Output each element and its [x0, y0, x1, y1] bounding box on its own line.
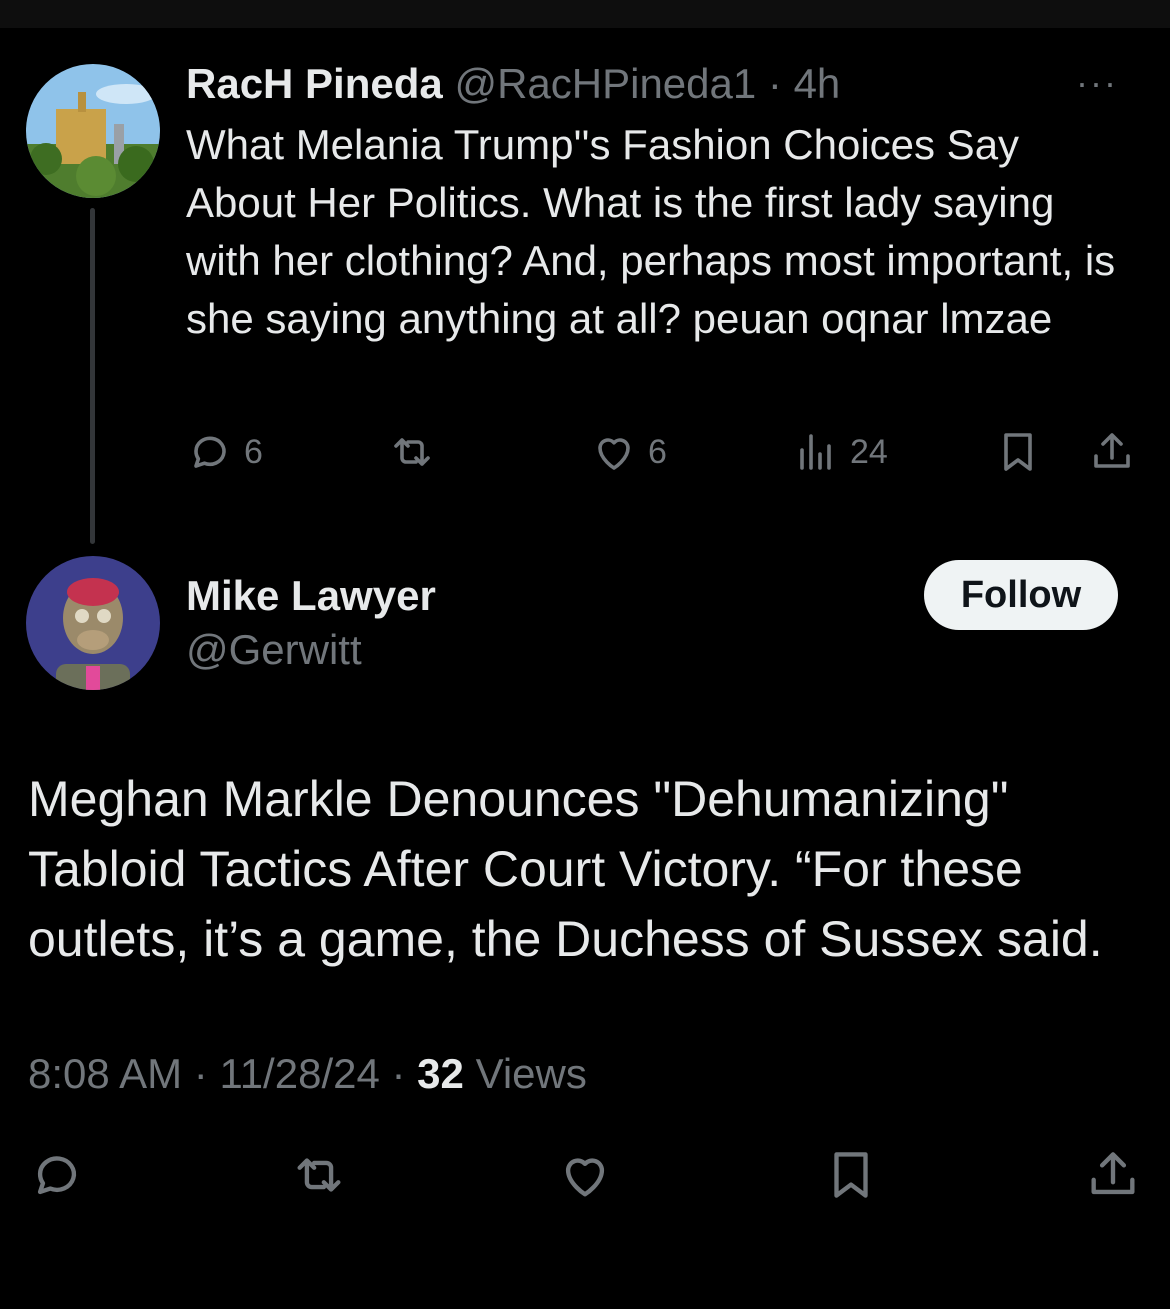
- bookmark-button[interactable]: [822, 1146, 880, 1204]
- like-button[interactable]: [556, 1146, 614, 1204]
- author-name[interactable]: RacH Pineda: [186, 60, 443, 107]
- reply-icon: [37, 1156, 77, 1195]
- like-count: 6: [648, 432, 667, 471]
- share-button[interactable]: [1088, 428, 1136, 476]
- author-name[interactable]: Mike Lawyer: [186, 572, 436, 620]
- thread-connector-line: [90, 208, 95, 544]
- reply-count: 6: [244, 432, 263, 471]
- status-bar: [0, 0, 1170, 28]
- avatar[interactable]: [26, 64, 160, 198]
- avatar[interactable]: [26, 556, 160, 690]
- retweet-icon: [297, 1158, 341, 1192]
- heart-icon: [565, 1158, 605, 1197]
- landscape-building-avatar-icon: [26, 64, 160, 198]
- reply-button[interactable]: 6: [186, 428, 263, 476]
- tweet2-text: Meghan Markle Denounces "Dehumanizing" T…: [28, 771, 1103, 967]
- ape-nft-avatar-icon: [26, 556, 160, 690]
- retweet-button[interactable]: [388, 428, 436, 476]
- heart-icon: [598, 438, 630, 470]
- views-count: 32: [417, 1050, 464, 1097]
- tweet-time[interactable]: 4h: [794, 60, 841, 107]
- author-handle[interactable]: @RacHPineda1: [454, 60, 756, 107]
- bookmark-icon: [834, 1152, 868, 1198]
- separator-dot: ·: [193, 1050, 208, 1097]
- analytics-icon: [800, 434, 831, 470]
- tweet1-actions: 6 6 24: [0, 428, 1170, 484]
- tweet-date[interactable]: 11/28/24: [219, 1050, 379, 1097]
- bookmark-icon: [1004, 433, 1032, 471]
- tweet1-text: What Melania Trump''s Fashion Choices Sa…: [186, 121, 1116, 342]
- tweet2-actions: [0, 1146, 1170, 1206]
- reply-icon: [194, 436, 226, 468]
- like-button[interactable]: 6: [590, 428, 667, 476]
- views-label: Views: [475, 1050, 587, 1097]
- follow-button[interactable]: Follow: [924, 560, 1118, 630]
- views-button[interactable]: 24: [792, 428, 888, 476]
- tweet-time[interactable]: 8:08 AM: [28, 1050, 182, 1097]
- share-icon: [1091, 1152, 1135, 1195]
- share-icon: [1094, 433, 1130, 468]
- separator-dot: ·: [767, 60, 782, 107]
- retweet-icon: [394, 438, 430, 466]
- tweet-meta: 8:08 AM · 11/28/24 · 32 Views: [28, 1050, 587, 1098]
- view-count: 24: [850, 432, 888, 471]
- retweet-button[interactable]: [290, 1146, 348, 1204]
- more-options-icon[interactable]: ···: [1076, 62, 1118, 104]
- share-button[interactable]: [1084, 1146, 1142, 1204]
- bookmark-button[interactable]: [994, 428, 1042, 476]
- separator-dot: ·: [391, 1050, 406, 1097]
- author-handle[interactable]: @Gerwitt: [186, 626, 362, 674]
- tweet1-header: RacH Pineda @RacHPineda1 · 4h: [186, 58, 840, 110]
- reply-button[interactable]: [28, 1146, 86, 1204]
